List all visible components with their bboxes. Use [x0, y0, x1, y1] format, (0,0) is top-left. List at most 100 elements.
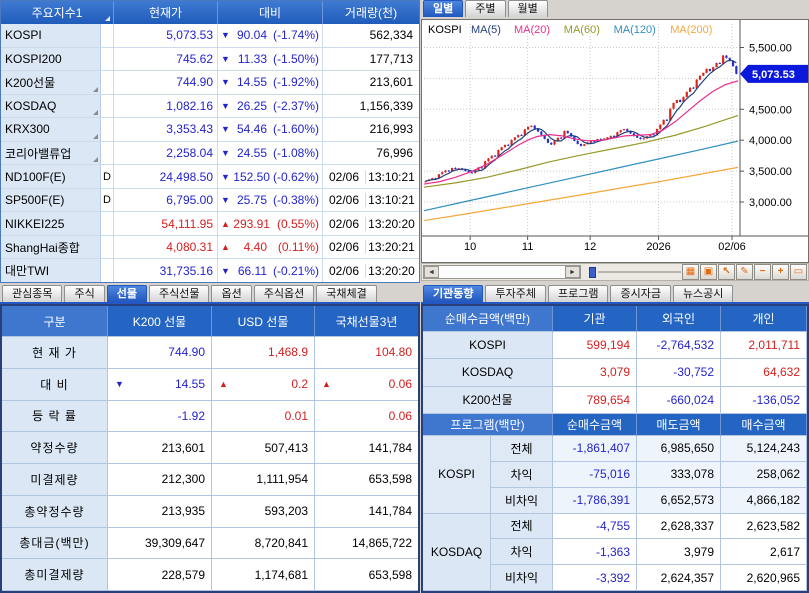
futures-row-label: 등 락 률 — [2, 401, 108, 433]
change-value: 152.50 — [233, 170, 270, 184]
trend-arrow-icon: ▼ — [221, 172, 233, 182]
market-label: KOSPI — [423, 332, 553, 359]
zoom-slider[interactable] — [589, 265, 681, 279]
trend-arrow-icon: ▼ — [221, 148, 234, 158]
svg-text:3,500.00: 3,500.00 — [749, 166, 792, 178]
col-header-index-name[interactable]: 주요지수1 — [1, 1, 114, 24]
svg-text:2026: 2026 — [646, 241, 670, 253]
program-col-header: 순매수금액 — [553, 414, 637, 436]
last-price-callout: 5,073.53 — [752, 69, 795, 81]
program-value: -1,861,407 — [553, 436, 637, 462]
tab-주별[interactable]: 주별 — [465, 0, 505, 17]
change-value: 14.55 — [234, 75, 267, 89]
tab-기관동향[interactable]: 기관동향 — [423, 285, 483, 302]
index-row[interactable]: 코리아밸류업2,258.04▼24.55(-1.08%)76,996 — [1, 142, 419, 166]
index-volume-cell: 02/0613:20:21 — [323, 236, 417, 259]
cursor-icon[interactable]: ↖ — [718, 264, 735, 280]
value-text: 1,468.9 — [268, 345, 308, 359]
chart-scrollbar[interactable]: ◄ ► — [423, 265, 581, 279]
tab-선물[interactable]: 선물 — [107, 285, 147, 302]
tab-월별[interactable]: 월별 — [508, 0, 548, 17]
investors-tables: 순매수금액(백만)기관외국인개인KOSPI599,194-2,764,5322,… — [421, 304, 809, 593]
change-value: 54.46 — [234, 122, 267, 136]
index-row[interactable]: K200선물744.90▼14.55(-1.92%)213,601 — [1, 71, 419, 95]
index-volume-cell: 213,601 — [323, 71, 417, 94]
index-row[interactable]: SP500F(E)D6,795.00▼25.75(-0.38%)02/0613:… — [1, 189, 419, 213]
index-name-cell: ND100F(E) — [1, 165, 101, 188]
index-volume-cell: 02/0613:10:21 — [323, 189, 417, 212]
tab-프로그램[interactable]: 프로그램 — [548, 285, 608, 302]
tab-국채체결[interactable]: 국채체결 — [316, 285, 376, 302]
value-text: 141,784 — [369, 441, 412, 455]
col-header-price[interactable]: 현재가 — [114, 1, 218, 24]
chart-tip-icon[interactable]: ▣ — [700, 264, 717, 280]
zoom-out-icon[interactable]: − — [754, 264, 771, 280]
svg-text:MA(200): MA(200) — [670, 24, 712, 36]
col-header-change[interactable]: 대비 — [218, 1, 323, 24]
futures-value: 39,309,647 — [108, 528, 212, 560]
kospi-daily-chart[interactable]: 101112202602/065,500.004,500.004,000.003… — [421, 19, 809, 263]
net-value: 2,011,711 — [721, 332, 807, 359]
tab-옵션[interactable]: 옵션 — [211, 285, 251, 302]
index-flag-cell: D — [101, 189, 114, 212]
change-value: 66.11 — [234, 264, 267, 278]
zoom-area-icon[interactable]: ▭ — [790, 264, 807, 280]
tab-주식선물[interactable]: 주식선물 — [149, 285, 209, 302]
index-row[interactable]: KOSPI5,073.53▼90.04(-1.74%)562,334 — [1, 24, 419, 48]
index-row[interactable]: KRX3003,353.43▼54.46(-1.60%)216,993 — [1, 118, 419, 142]
futures-row-label: 약정수량 — [2, 432, 108, 464]
value-text: 0.06 — [389, 409, 412, 423]
svg-text:5,500.00: 5,500.00 — [749, 42, 792, 54]
index-change-cell: ▼66.11(-0.21%) — [218, 259, 323, 282]
futures-col-header: 국채선물3년 — [315, 306, 418, 337]
net-value: -30,752 — [637, 359, 721, 386]
index-row[interactable]: ShangHai종합4,080.31▲4.40(0.11%)02/0613:20… — [1, 236, 419, 260]
tab-증시자금[interactable]: 증시자금 — [610, 285, 670, 302]
index-name-label: KOSPI — [5, 28, 42, 42]
calendar-12-icon[interactable]: ▦ — [682, 264, 699, 280]
index-row[interactable]: 대만TWI31,735.16▼66.11(-0.21%)02/0613:20:2… — [1, 259, 419, 282]
pencil-icon[interactable]: ✎ — [736, 264, 753, 280]
index-flag-cell — [101, 24, 114, 47]
candlestick-chart-canvas[interactable]: 101112202602/065,500.004,500.004,000.003… — [422, 20, 808, 262]
tab-주식[interactable]: 주식 — [64, 285, 104, 302]
index-row[interactable]: KOSDAQ1,082.16▼26.25(-2.37%)1,156,339 — [1, 95, 419, 119]
net-value: -2,764,532 — [637, 332, 721, 359]
futures-value: 1,468.9 — [212, 337, 315, 369]
tab-투자주체[interactable]: 투자주체 — [485, 285, 545, 302]
futures-table: 구분K200 선물USD 선물국채선물3년현 재 가744.901,468.91… — [0, 304, 420, 593]
program-value: 2,620,965 — [721, 565, 807, 591]
change-percent: (-1.50%) — [267, 52, 319, 66]
net-value: -660,024 — [637, 387, 721, 414]
index-change-cell: ▲4.40(0.11%) — [218, 236, 323, 259]
index-name-label: ND100F(E) — [5, 170, 66, 184]
tab-주식옵션[interactable]: 주식옵션 — [254, 285, 314, 302]
change-percent: (-1.92%) — [267, 75, 319, 89]
trend-arrow-icon: ▼ — [221, 195, 234, 205]
volume-value: 213,601 — [370, 75, 413, 89]
scroll-left-button[interactable]: ◄ — [424, 266, 439, 278]
index-row[interactable]: ND100F(E)D24,498.50▼152.50(-0.62%)02/061… — [1, 165, 419, 189]
scroll-track[interactable] — [439, 266, 565, 278]
zoom-in-icon[interactable]: + — [772, 264, 789, 280]
index-price: 4,080.31 — [114, 236, 218, 259]
tab-뉴스공시[interactable]: 뉴스공시 — [673, 285, 733, 302]
value-text: 507,413 — [265, 441, 308, 455]
svg-text:10: 10 — [464, 241, 476, 253]
index-row[interactable]: KOSPI200745.62▼11.33(-1.50%)177,713 — [1, 48, 419, 72]
program-value: 258,062 — [721, 462, 807, 488]
index-price: 54,111.95 — [114, 212, 218, 235]
tab-일별[interactable]: 일별 — [423, 0, 463, 17]
index-price: 2,258.04 — [114, 142, 218, 165]
col-header-volume[interactable]: 거래량(천) — [323, 1, 419, 24]
value-text: 0.06 — [389, 377, 412, 391]
zoom-slider-thumb[interactable] — [589, 267, 596, 278]
index-row[interactable]: NIKKEI22554,111.95▲293.91(0.55%)02/0613:… — [1, 212, 419, 236]
scroll-right-button[interactable]: ► — [565, 266, 580, 278]
dropdown-triangle-icon — [93, 134, 98, 139]
tab-관심종목[interactable]: 관심종목 — [2, 285, 62, 302]
program-row-label: 전체 — [491, 436, 553, 462]
index-name-label: SP500F(E) — [5, 193, 64, 207]
index-price: 1,082.16 — [114, 95, 218, 118]
index-price: 745.62 — [114, 48, 218, 71]
